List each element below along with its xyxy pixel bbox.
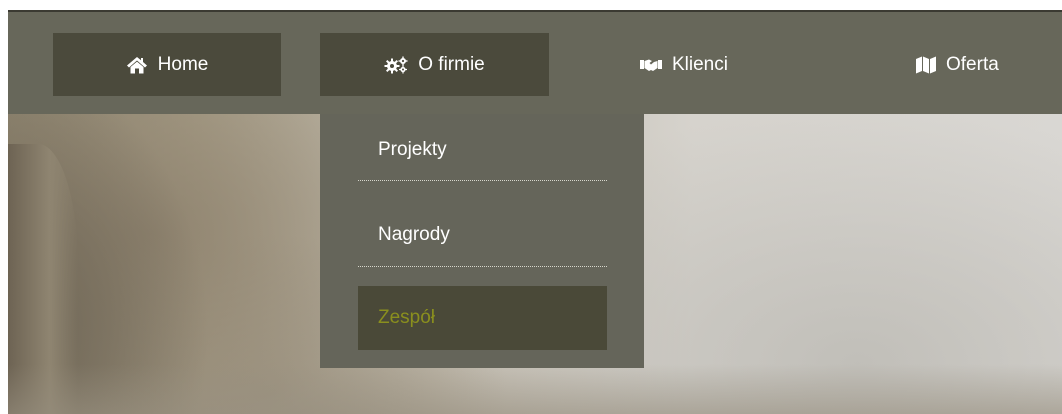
home-icon <box>126 56 148 74</box>
nav-item-oferta[interactable]: Oferta <box>888 33 1062 96</box>
nav-item-label: O firmie <box>418 53 485 75</box>
submenu-item-label: Zespół <box>378 307 436 328</box>
hero-ground-shape <box>8 364 1062 414</box>
map-icon <box>916 56 936 74</box>
nav-item-label: Oferta <box>946 53 999 75</box>
nav-item-label: Home <box>157 53 209 75</box>
submenu-o-firmie: Projekty Nagrody Zespół <box>320 114 644 368</box>
handshake-icon <box>640 58 662 72</box>
nav-item-o-firmie[interactable]: O firmie <box>320 33 549 96</box>
submenu-item-nagrody[interactable]: Nagrody <box>358 200 607 267</box>
page: Home O firmie Klienci Oferta Projekty Na… <box>0 0 1062 414</box>
nav-item-klienci[interactable]: Klienci <box>616 33 810 96</box>
main-navbar: Home O firmie Klienci Oferta <box>8 12 1062 114</box>
nav-item-home[interactable]: Home <box>53 33 281 96</box>
submenu-item-label: Projekty <box>378 139 447 160</box>
gears-icon <box>384 56 408 74</box>
submenu-item-zespol[interactable]: Zespół <box>358 286 607 350</box>
submenu-item-label: Nagrody <box>378 224 450 245</box>
nav-item-label: Klienci <box>672 53 728 75</box>
submenu-item-projekty[interactable]: Projekty <box>358 114 607 181</box>
